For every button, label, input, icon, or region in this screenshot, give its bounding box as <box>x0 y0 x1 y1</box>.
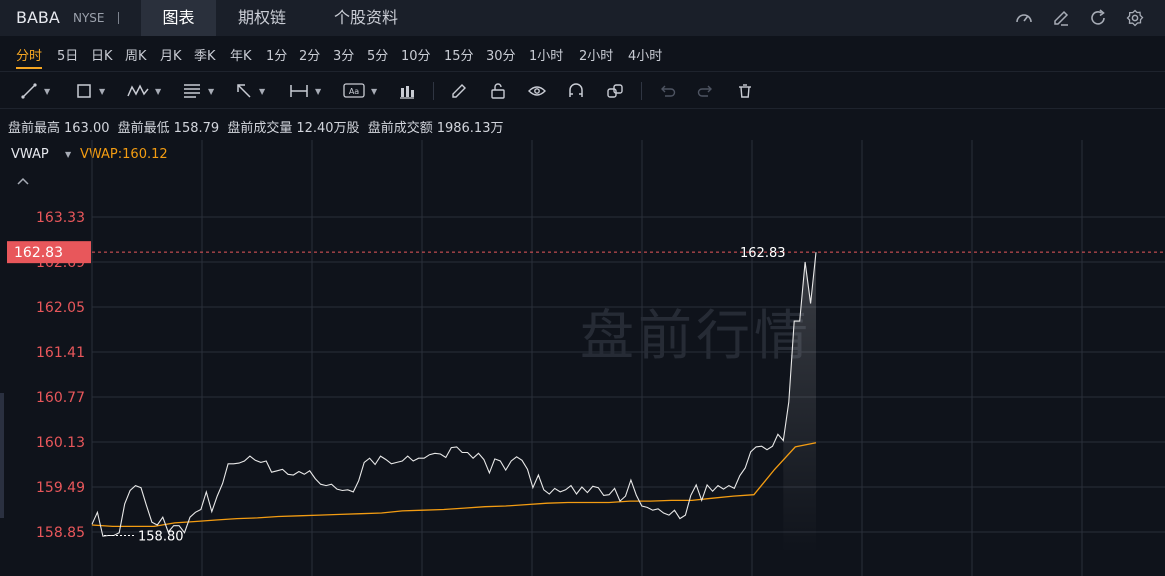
y-tick-label: 158.85 <box>36 525 85 541</box>
chart-watermark: 盘前行情 <box>580 304 812 367</box>
tab-company-profile[interactable]: 个股资料 <box>318 0 414 36</box>
period-week-k[interactable]: 周K <box>125 45 147 64</box>
speedometer-icon[interactable] <box>1013 7 1035 29</box>
last-price-label: 162.83 <box>740 246 786 261</box>
edit-icon[interactable] <box>1050 7 1072 29</box>
period-30min[interactable]: 30分 <box>486 45 516 64</box>
price-series-line <box>91 252 817 537</box>
intraday-chart[interactable]: 盘前行情 163.33162.69162.05161.41160.77160.1… <box>0 140 1165 576</box>
premarket-low-value: 158.79 <box>173 121 220 136</box>
refresh-icon[interactable] <box>1087 7 1109 29</box>
premarket-stats: 盘前最高 163.00 盘前最低 158.79 盘前成交量 12.40万股 盘前成交额… <box>8 117 507 136</box>
period-4h[interactable]: 4小时 <box>628 45 662 64</box>
rectangle-tool-icon[interactable]: ▼ <box>75 81 105 101</box>
last-price-badge-text: 162.83 <box>14 245 63 261</box>
y-tick-label: 163.33 <box>36 210 85 226</box>
period-5min[interactable]: 5分 <box>367 45 388 64</box>
y-tick-label: 159.49 <box>36 480 85 496</box>
fibonacci-tool-icon[interactable]: ▼ <box>182 81 214 101</box>
pattern-tool-icon[interactable]: ▼ <box>127 81 161 101</box>
period-2h[interactable]: 2小时 <box>579 45 613 64</box>
eye-icon[interactable] <box>528 81 546 101</box>
period-1min[interactable]: 1分 <box>266 45 287 64</box>
period-1h[interactable]: 1小时 <box>529 45 563 64</box>
y-tick-label: 161.41 <box>36 345 85 361</box>
period-intraday[interactable]: 分时 <box>16 45 43 69</box>
y-tick-label: 162.05 <box>36 300 85 316</box>
period-day-k[interactable]: 日K <box>91 45 113 64</box>
period-3min[interactable]: 3分 <box>333 45 354 64</box>
period-10min[interactable]: 10分 <box>401 45 431 64</box>
premarket-turnover-label: 盘前成交额 <box>367 121 433 136</box>
period-5d[interactable]: 5日 <box>57 45 78 64</box>
low-marker-label: 158.80 <box>138 530 184 545</box>
y-tick-label: 160.13 <box>36 435 85 451</box>
tab-chart[interactable]: 图表 <box>141 0 216 36</box>
svg-text:Aa: Aa <box>349 87 359 96</box>
y-tick-label: 160.77 <box>36 390 85 406</box>
premarket-high-label: 盘前最高 <box>8 121 61 136</box>
delete-icon[interactable] <box>736 81 754 101</box>
period-quarter-k[interactable]: 季K <box>194 45 216 64</box>
indicator-icon[interactable] <box>398 81 416 101</box>
header-bar: BABA NYSE 图表 期权链 个股资料 <box>0 0 1165 36</box>
toolbar-divider <box>433 82 434 100</box>
link-icon[interactable] <box>606 81 624 101</box>
premarket-high-value: 163.00 <box>64 121 110 136</box>
settings-icon[interactable] <box>1124 7 1146 29</box>
premarket-low-label: 盘前最低 <box>117 121 170 136</box>
drawing-toolbar: ▼ ▼ ▼ ▼ ▼ ▼ Aa ▼ <box>0 73 1165 109</box>
toolbar-divider <box>641 82 642 100</box>
measure-tool-icon[interactable]: ▼ <box>289 81 321 101</box>
line-tool-icon[interactable]: ▼ <box>20 81 50 101</box>
redo-icon[interactable] <box>697 81 715 101</box>
ticker-symbol: BABA <box>16 8 60 27</box>
magnet-icon[interactable] <box>567 81 585 101</box>
premarket-volume-label: 盘前成交量 <box>227 121 293 136</box>
unlock-icon[interactable] <box>489 81 507 101</box>
arrow-tool-icon[interactable]: ▼ <box>235 81 265 101</box>
header-divider <box>118 12 119 24</box>
undo-icon[interactable] <box>658 81 676 101</box>
premarket-turnover-value: 1986.13万 <box>436 121 504 136</box>
period-15min[interactable]: 15分 <box>444 45 474 64</box>
period-year-k[interactable]: 年K <box>230 45 252 64</box>
period-selector: 分时 5日 日K 周K 月K 季K 年K 1分 2分 3分 5分 10分 15分… <box>0 36 1165 72</box>
tab-option-chain[interactable]: 期权链 <box>222 0 302 36</box>
premarket-volume-value: 12.40万股 <box>296 121 360 136</box>
pencil-icon[interactable] <box>450 81 468 101</box>
text-tool-icon[interactable]: Aa ▼ <box>343 81 377 101</box>
period-2min[interactable]: 2分 <box>299 45 320 64</box>
period-month-k[interactable]: 月K <box>160 45 182 64</box>
exchange-label: NYSE <box>73 11 105 25</box>
